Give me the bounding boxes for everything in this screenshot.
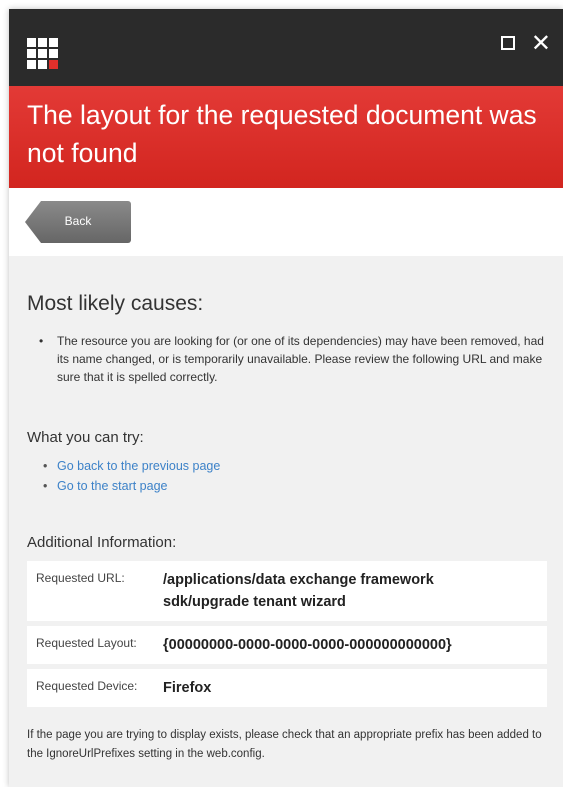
info-row-url: Requested URL: /applications/data exchan… bbox=[27, 561, 547, 621]
error-banner: The layout for the requested document wa… bbox=[9, 86, 563, 188]
back-button-label: Back bbox=[64, 214, 92, 228]
link-start-page[interactable]: • Go to the start page bbox=[43, 476, 220, 496]
info-row-layout: Requested Layout: {00000000-0000-0000-00… bbox=[27, 626, 547, 664]
try-list: • Go back to the previous page • Go to the… bbox=[43, 456, 220, 496]
try-heading: What you can try: bbox=[27, 429, 144, 446]
back-button[interactable]: Back bbox=[25, 201, 131, 243]
back-bar: Back bbox=[9, 188, 563, 256]
footer-note: If the page you are trying to display ex… bbox=[27, 729, 542, 760]
title-bar: ✕ bbox=[9, 9, 563, 86]
info-value: {00000000-0000-0000-0000-000000000000} bbox=[163, 637, 452, 653]
info-row-device: Requested Device: Firefox bbox=[27, 669, 547, 707]
info-key: Requested Layout: bbox=[36, 636, 137, 650]
bullet: • bbox=[39, 334, 44, 348]
info-value: /applications/data exchange framework sd… bbox=[163, 572, 434, 610]
close-icon[interactable]: ✕ bbox=[531, 31, 551, 55]
info-value: Firefox bbox=[163, 680, 212, 696]
additional-info-heading: Additional Information: bbox=[27, 534, 177, 551]
info-key: Requested Device: bbox=[36, 679, 138, 693]
maximize-icon[interactable] bbox=[500, 36, 515, 50]
info-key: Requested URL: bbox=[36, 571, 125, 585]
causes-heading: Most likely causes: bbox=[27, 292, 204, 315]
causes-list: • The resource you are looking for (or o… bbox=[39, 332, 547, 386]
grid-logo-icon bbox=[27, 38, 61, 72]
page-title: The layout for the requested document wa… bbox=[27, 100, 537, 168]
link-previous-page[interactable]: • Go back to the previous page bbox=[43, 456, 220, 476]
dialog-window: ✕ The layout for the requested document … bbox=[9, 9, 563, 787]
cause-item: The resource you are looking for (or one… bbox=[57, 334, 544, 384]
info-table: Requested URL: /applications/data exchan… bbox=[27, 561, 547, 712]
